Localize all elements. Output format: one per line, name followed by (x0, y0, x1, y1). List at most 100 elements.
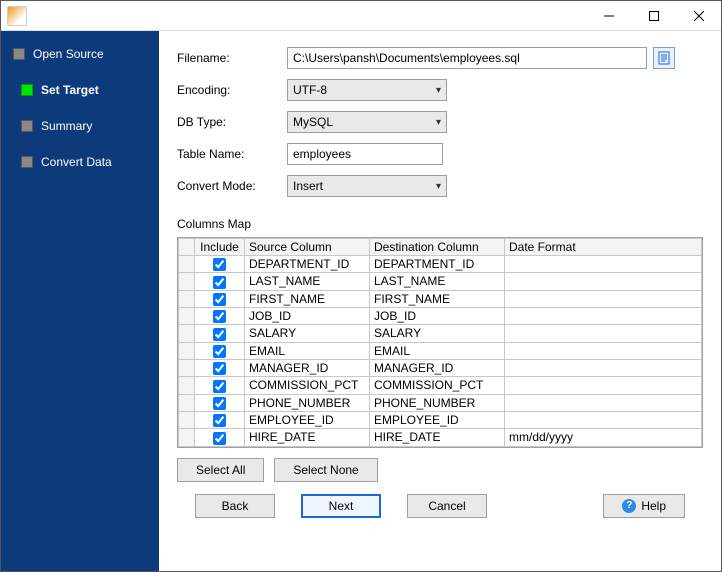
col-header-include[interactable]: Include (195, 239, 245, 256)
convertmode-select[interactable]: Insert ▾ (287, 175, 447, 197)
cell-source[interactable]: JOB_ID (245, 307, 370, 324)
cell-source[interactable]: EMPLOYEE_ID (245, 411, 370, 428)
row-header[interactable] (179, 342, 195, 359)
cell-destination[interactable]: COMMISSION_PCT (370, 377, 505, 394)
cell-source[interactable]: DEPARTMENT_ID (245, 256, 370, 273)
cell-source[interactable]: HIRE_DATE (245, 429, 370, 446)
col-header-dateformat[interactable]: Date Format (505, 239, 702, 256)
columns-map-heading: Columns Map (177, 217, 703, 231)
cell-source[interactable]: LAST_NAME (245, 273, 370, 290)
cell-include (195, 411, 245, 428)
next-button[interactable]: Next (301, 494, 381, 518)
col-header-destination[interactable]: Destination Column (370, 239, 505, 256)
cell-date-format[interactable] (505, 290, 702, 307)
include-checkbox[interactable] (213, 293, 226, 306)
sidebar-item-open-source[interactable]: Open Source (1, 43, 159, 65)
include-checkbox[interactable] (213, 380, 226, 393)
sidebar-item-summary[interactable]: Summary (1, 115, 159, 137)
cell-destination[interactable]: PHONE_NUMBER (370, 394, 505, 411)
cell-include (195, 273, 245, 290)
row-header[interactable] (179, 359, 195, 376)
cell-date-format[interactable] (505, 359, 702, 376)
include-checkbox[interactable] (213, 432, 226, 445)
row-header[interactable] (179, 290, 195, 307)
include-checkbox[interactable] (213, 362, 226, 375)
main-panel: Filename: Encoding: UTF-8 ▾ DB Type: (159, 31, 721, 571)
cell-destination[interactable]: FIRST_NAME (370, 290, 505, 307)
row-header[interactable] (179, 325, 195, 342)
encoding-select[interactable]: UTF-8 ▾ (287, 79, 447, 101)
columns-map-grid: Include Source Column Destination Column… (177, 237, 703, 448)
row-header[interactable] (179, 377, 195, 394)
include-checkbox[interactable] (213, 276, 226, 289)
cell-destination[interactable]: EMAIL (370, 342, 505, 359)
cell-date-format[interactable] (505, 256, 702, 273)
include-checkbox[interactable] (213, 310, 226, 323)
col-header-source[interactable]: Source Column (245, 239, 370, 256)
row-header[interactable] (179, 394, 195, 411)
dbtype-value: MySQL (293, 115, 333, 129)
step-box-icon (21, 156, 33, 168)
convertmode-value: Insert (293, 179, 323, 193)
table-row: EMPLOYEE_IDEMPLOYEE_ID (179, 411, 702, 428)
cell-source[interactable]: FIRST_NAME (245, 290, 370, 307)
close-button[interactable] (676, 1, 721, 31)
cell-date-format[interactable] (505, 411, 702, 428)
cell-date-format[interactable] (505, 377, 702, 394)
row-header[interactable] (179, 307, 195, 324)
cell-date-format[interactable] (505, 342, 702, 359)
cell-destination[interactable]: SALARY (370, 325, 505, 342)
app-window: Open Source Set Target Summary Convert Data… (0, 0, 722, 572)
sidebar-item-convert-data[interactable]: Convert Data (1, 151, 159, 173)
table-row: COMMISSION_PCTCOMMISSION_PCT (179, 377, 702, 394)
select-none-button[interactable]: Select None (274, 458, 377, 482)
include-checkbox[interactable] (213, 345, 226, 358)
help-button[interactable]: ? Help (603, 494, 685, 518)
sidebar-item-label: Open Source (33, 47, 104, 61)
tablename-input[interactable] (287, 143, 443, 165)
back-button[interactable]: Back (195, 494, 275, 518)
include-checkbox[interactable] (213, 414, 226, 427)
cell-include (195, 307, 245, 324)
row-header[interactable] (179, 256, 195, 273)
body-area: Open Source Set Target Summary Convert Data… (1, 31, 721, 571)
cell-destination[interactable]: MANAGER_ID (370, 359, 505, 376)
filename-input[interactable] (287, 47, 647, 69)
cell-date-format[interactable] (505, 325, 702, 342)
row-header[interactable] (179, 411, 195, 428)
include-checkbox[interactable] (213, 397, 226, 410)
convertmode-label: Convert Mode: (177, 179, 287, 193)
cell-date-format[interactable] (505, 307, 702, 324)
cell-source[interactable]: SALARY (245, 325, 370, 342)
include-checkbox[interactable] (213, 258, 226, 271)
dbtype-select[interactable]: MySQL ▾ (287, 111, 447, 133)
sidebar-item-set-target[interactable]: Set Target (1, 79, 159, 101)
include-checkbox[interactable] (213, 328, 226, 341)
tablename-label: Table Name: (177, 147, 287, 161)
table-row: HIRE_DATEHIRE_DATEmm/dd/yyyy (179, 429, 702, 446)
cell-include (195, 429, 245, 446)
close-icon (694, 11, 704, 21)
cell-include (195, 325, 245, 342)
maximize-button[interactable] (631, 1, 676, 31)
cell-date-format[interactable] (505, 394, 702, 411)
cell-source[interactable]: EMAIL (245, 342, 370, 359)
cell-destination[interactable]: LAST_NAME (370, 273, 505, 290)
cancel-button[interactable]: Cancel (407, 494, 487, 518)
browse-file-button[interactable] (653, 47, 675, 69)
row-header[interactable] (179, 273, 195, 290)
cell-date-format[interactable]: mm/dd/yyyy (505, 429, 702, 446)
minimize-icon (604, 11, 614, 21)
cell-source[interactable]: MANAGER_ID (245, 359, 370, 376)
row-header[interactable] (179, 429, 195, 446)
cell-destination[interactable]: HIRE_DATE (370, 429, 505, 446)
table-row: PHONE_NUMBERPHONE_NUMBER (179, 394, 702, 411)
cell-destination[interactable]: DEPARTMENT_ID (370, 256, 505, 273)
select-all-button[interactable]: Select All (177, 458, 264, 482)
cell-destination[interactable]: EMPLOYEE_ID (370, 411, 505, 428)
cell-date-format[interactable] (505, 273, 702, 290)
cell-source[interactable]: PHONE_NUMBER (245, 394, 370, 411)
cell-destination[interactable]: JOB_ID (370, 307, 505, 324)
cell-source[interactable]: COMMISSION_PCT (245, 377, 370, 394)
minimize-button[interactable] (586, 1, 631, 31)
